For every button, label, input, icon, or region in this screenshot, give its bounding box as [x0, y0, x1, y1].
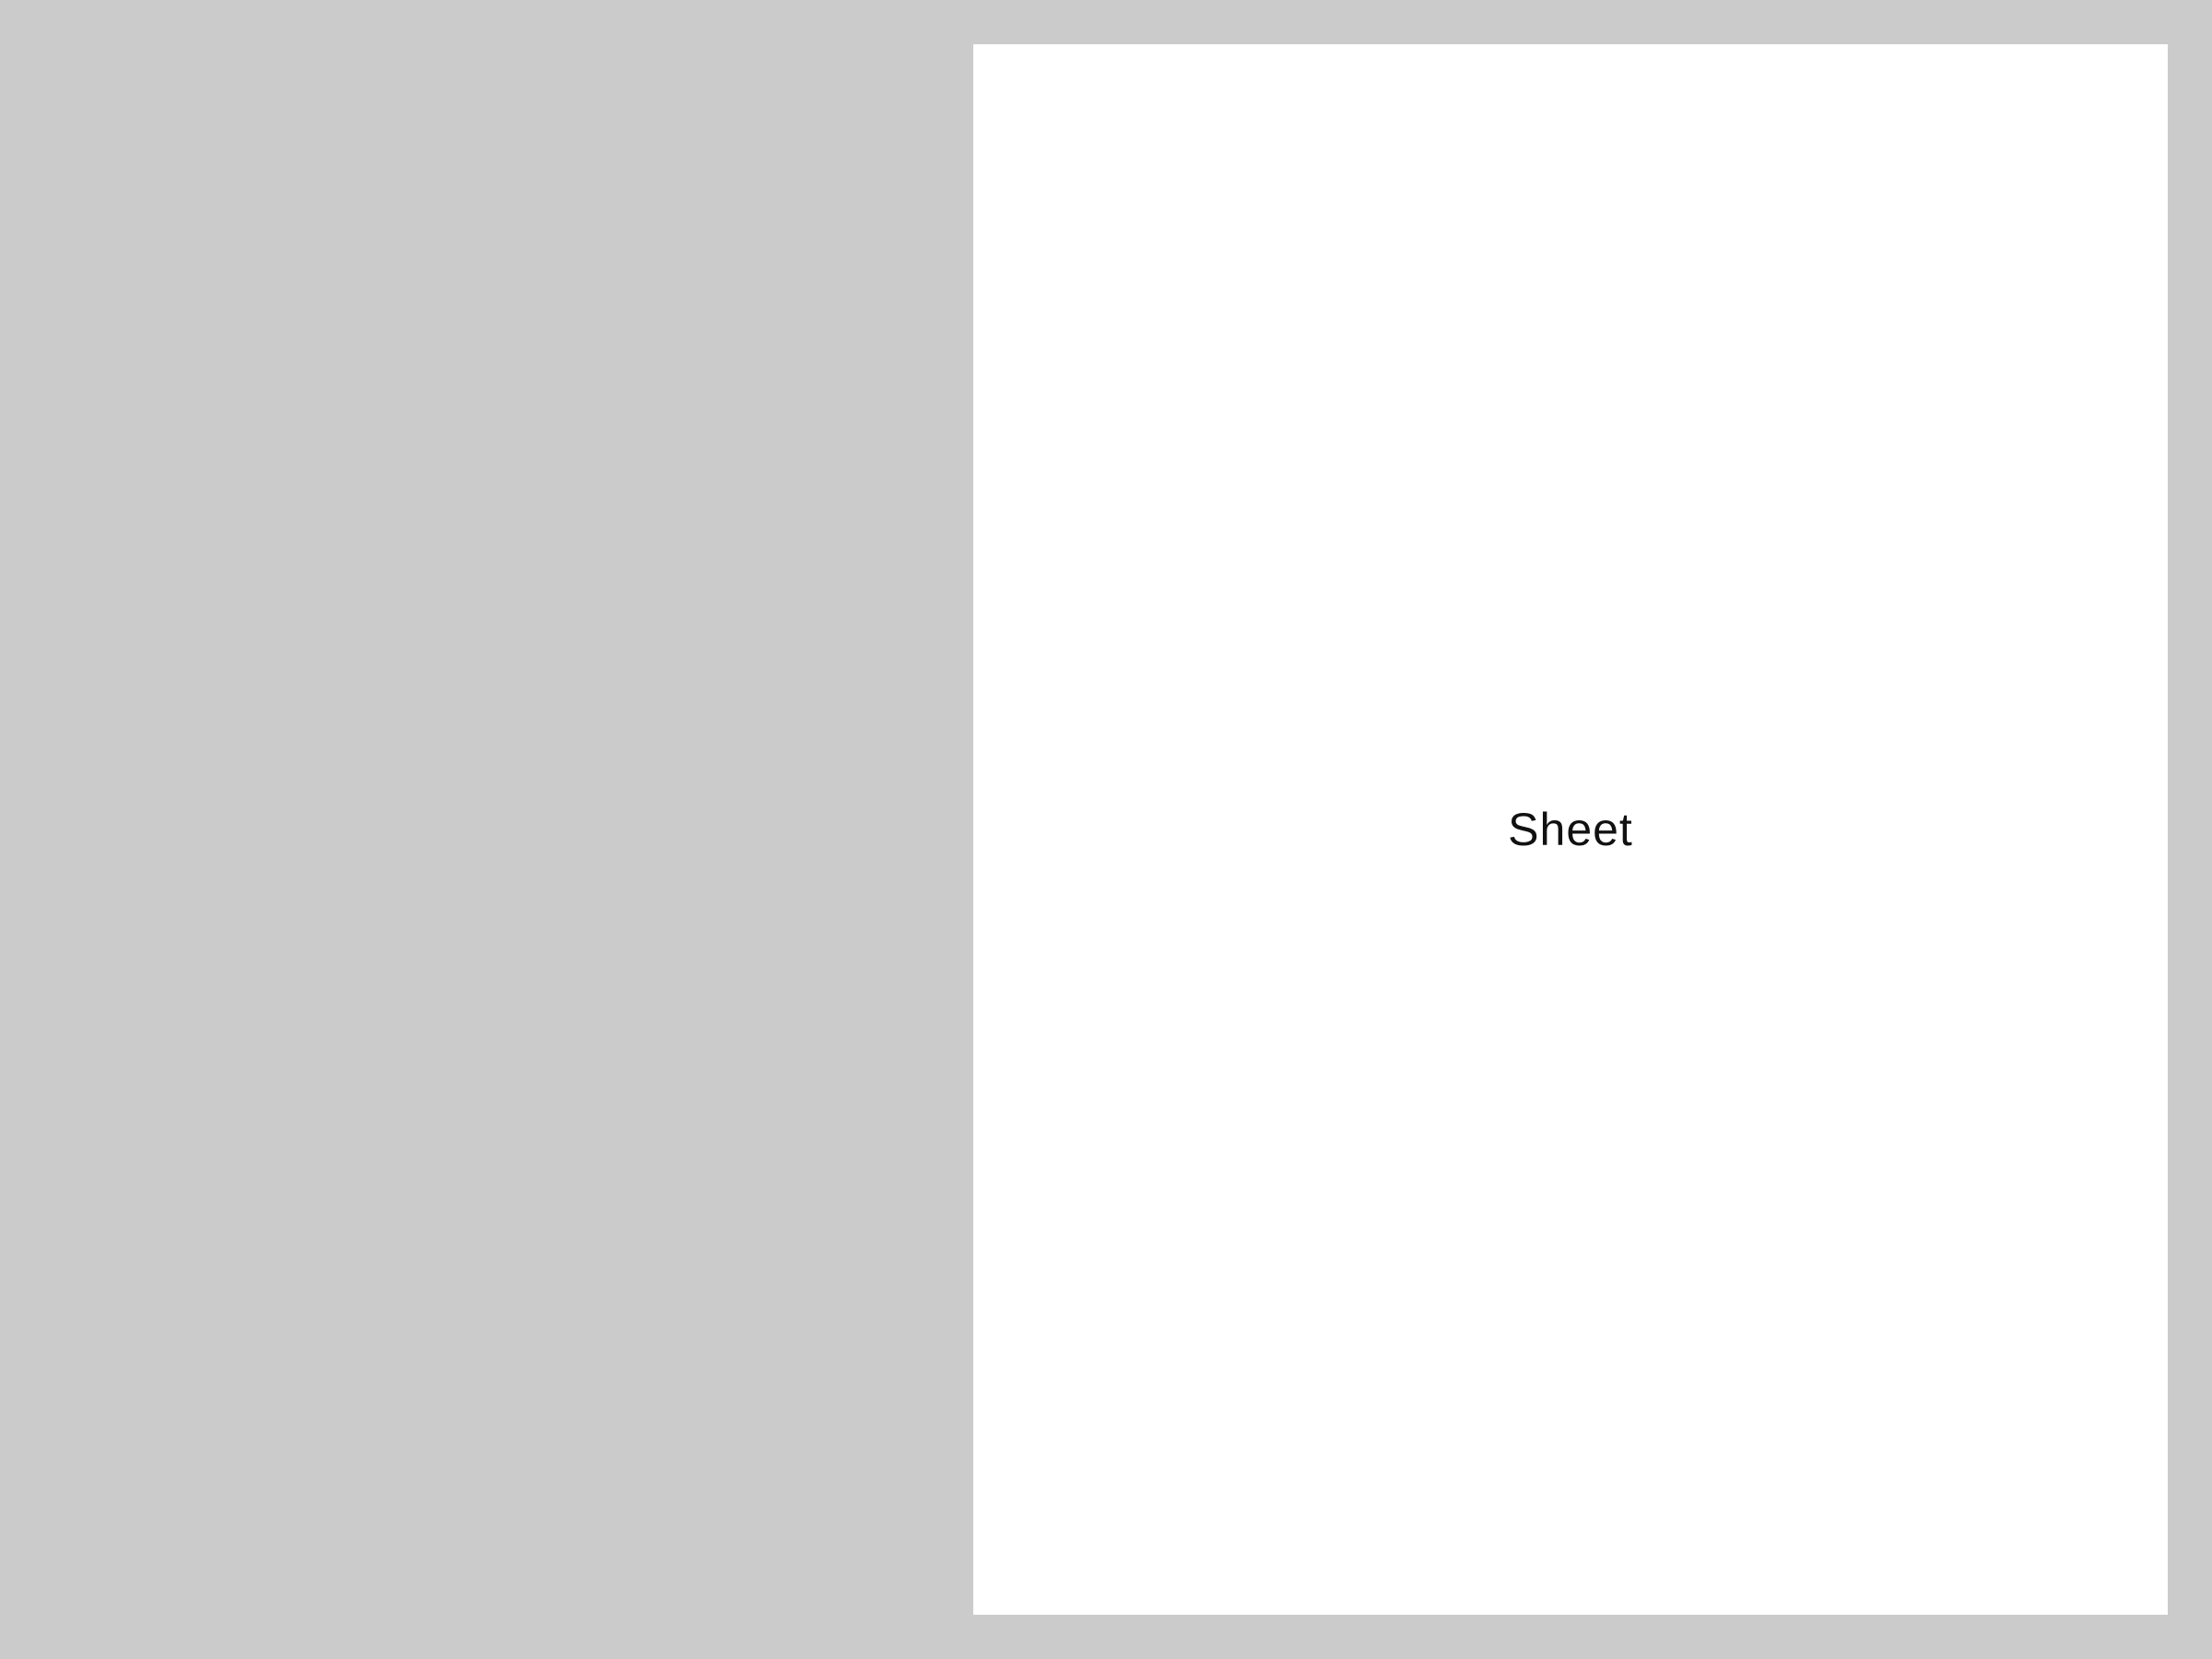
backdrop: Sheet [0, 0, 2212, 1659]
sheet-panel[interactable]: Sheet [973, 44, 2168, 1615]
sheet-label: Sheet [1508, 804, 1633, 855]
